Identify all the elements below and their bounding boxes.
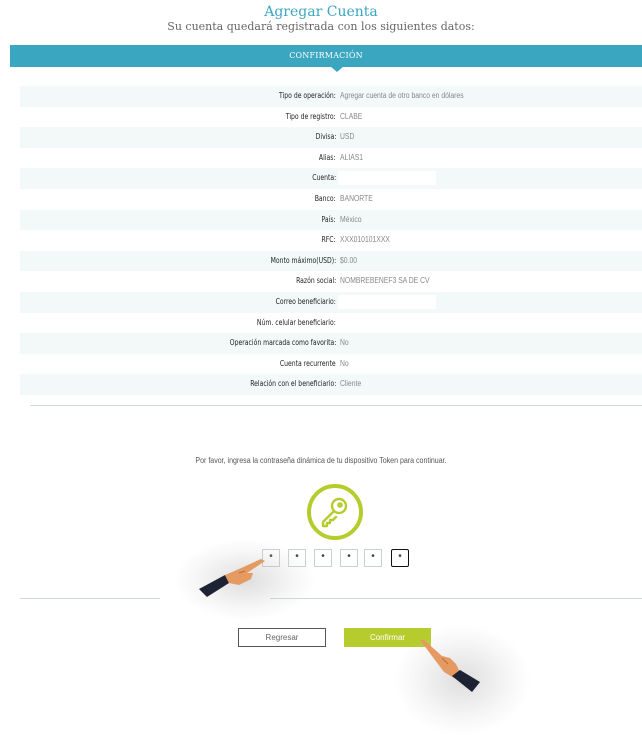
detail-value: No: [340, 338, 349, 348]
token-digit-4[interactable]: •: [340, 549, 358, 567]
detail-row: Alias: ALIAS1: [20, 148, 642, 169]
divider: [20, 598, 160, 599]
detail-value: Cliente: [340, 379, 362, 389]
details-list: Tipo de operación: Agregar cuenta de otro…: [20, 86, 642, 395]
detail-row: Divisa: USD: [20, 127, 642, 148]
token-digit-2[interactable]: •: [288, 549, 306, 567]
detail-label: Divisa:: [315, 132, 336, 142]
detail-value: ALIAS1: [340, 152, 364, 162]
detail-label: País:: [321, 214, 336, 224]
divider: [270, 598, 642, 599]
detail-value: USD: [340, 132, 355, 142]
detail-row: Operación marcada como favorita: No: [20, 333, 642, 354]
detail-label: Correo beneficiario:: [275, 296, 336, 306]
back-button[interactable]: Regresar: [238, 628, 326, 647]
detail-label: Núm. celular beneficiario:: [257, 317, 336, 327]
detail-row: Monto máximo(USD): $0.00: [20, 250, 642, 272]
detail-row: Tipo de operación: Agregar cuenta de otro…: [20, 86, 642, 107]
section-header-bar: CONFIRMACIÓN: [10, 45, 642, 67]
detail-label: Operación marcada como favorita:: [229, 338, 336, 348]
token-digit-1[interactable]: •: [262, 549, 280, 567]
detail-row: País: México: [20, 209, 642, 231]
detail-label: Cuenta:: [311, 173, 336, 183]
detail-row: RFC: XXX010101XXX: [20, 230, 642, 251]
detail-label: Tipo de registro:: [286, 111, 336, 121]
detail-row: Núm. celular beneficiario:: [20, 313, 642, 334]
detail-label: Banco:: [315, 193, 336, 203]
detail-label: Relación con el beneficiario:: [249, 379, 336, 389]
detail-row: Correo beneficiario:: [20, 291, 642, 313]
detail-empty-value: [338, 315, 430, 330]
detail-value: México: [340, 214, 362, 224]
key-icon: [307, 484, 363, 540]
token-digit-6[interactable]: •: [391, 549, 409, 567]
confirm-button[interactable]: Confirmar: [344, 628, 431, 647]
detail-empty-value: [338, 171, 436, 186]
detail-row: Cuenta:: [20, 168, 642, 189]
detail-row: Banco: BANORTE: [20, 189, 642, 210]
page-subtitle: Su cuenta quedará registrada con los sig…: [167, 20, 475, 33]
detail-row: Razón social: NOMBREBENEF3 SA DE CV: [20, 271, 642, 292]
detail-value: NOMBREBENEF3 SA DE CV: [340, 276, 430, 286]
detail-label: Tipo de operación:: [279, 91, 336, 100]
detail-value: $0.00: [340, 255, 358, 265]
detail-value: No: [340, 358, 349, 368]
detail-value: CLABE: [340, 111, 363, 121]
token-instruction: Por favor, ingresa la contraseña dinámic…: [195, 456, 447, 465]
detail-row: Cuenta recurrente No: [20, 354, 642, 375]
section-arrow: [330, 66, 344, 72]
token-digit-inputs: • • • • • •: [262, 549, 422, 569]
token-digit-5[interactable]: •: [364, 549, 382, 567]
token-digit-3[interactable]: •: [314, 549, 332, 567]
detail-row: Tipo de registro: CLABE: [20, 107, 642, 128]
page-title: Agregar Cuenta: [264, 4, 378, 20]
detail-label: Alias:: [319, 152, 336, 162]
detail-label: RFC:: [321, 235, 336, 245]
detail-label: Monto máximo(USD):: [270, 255, 336, 265]
detail-empty-value: [338, 294, 436, 309]
detail-value: BANORTE: [340, 193, 373, 203]
detail-label: Cuenta recurrente: [280, 358, 336, 368]
detail-label: Razón social:: [295, 276, 336, 286]
divider: [30, 405, 642, 406]
detail-value: Agregar cuenta de otro banco en dólares: [340, 91, 464, 100]
detail-value: XXX010101XXX: [340, 235, 390, 245]
detail-row: Relación con el beneficiario: Cliente: [20, 374, 642, 395]
